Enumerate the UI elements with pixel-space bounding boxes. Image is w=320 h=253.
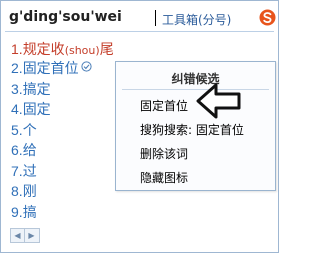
- candidate-number: 6.: [11, 142, 23, 158]
- pinyin-composition[interactable]: g'ding'sou'wei: [9, 9, 122, 25]
- candidate-text: 搞定: [22, 82, 51, 98]
- page-controls: ◀ ▶: [10, 228, 40, 243]
- candidate-text: 固定首位: [22, 61, 79, 77]
- menu-item-label: 隐藏图标: [140, 171, 189, 185]
- candidate-text: 规定收: [22, 42, 65, 58]
- candidate-number: 4.: [11, 101, 23, 117]
- sogou-logo-icon[interactable]: [259, 9, 276, 26]
- candidate-number: 3.: [11, 81, 23, 97]
- candidate-number: 8.: [11, 183, 23, 199]
- candidate-3[interactable]: 3.搞定: [11, 79, 51, 99]
- check-circle-icon[interactable]: [81, 60, 92, 76]
- composition-bar: g'ding'sou'wei 工具箱(分号): [9, 9, 276, 28]
- ime-candidate-window: g'ding'sou'wei 工具箱(分号) 1.规定收(shou)尾 2.固定…: [0, 0, 279, 253]
- candidate-number: 2.: [11, 60, 23, 76]
- candidate-number: 1.: [11, 41, 23, 57]
- triangle-right-icon[interactable]: ▶: [25, 229, 38, 242]
- menu-item-hide-icon[interactable]: 隐藏图标: [116, 166, 275, 186]
- candidate-text: 过: [22, 164, 37, 180]
- arrow-left-icon: [196, 82, 242, 124]
- candidate-number: 9.: [11, 204, 23, 220]
- candidate-9[interactable]: 9.搞: [11, 202, 37, 222]
- menu-item-label: 固定首位: [140, 99, 189, 113]
- candidate-4[interactable]: 4.固定: [11, 99, 51, 119]
- correction-popup: 纠错候选 固定首位 搜狗搜索: 固定首位 删除该词 隐藏图标: [115, 61, 276, 191]
- candidate-number: 7.: [11, 163, 23, 179]
- text-caret: [155, 10, 156, 26]
- candidate-text: 刚: [22, 184, 37, 200]
- candidate-text-tail: 尾: [99, 42, 114, 58]
- menu-item-label: 删除该词: [140, 147, 189, 161]
- candidate-text: 固定: [22, 102, 51, 118]
- menu-item-delete-word[interactable]: 删除该词: [116, 142, 275, 162]
- candidate-text: 个: [22, 123, 37, 139]
- candidate-text: 给: [22, 143, 37, 159]
- candidate-number: 5.: [11, 122, 23, 138]
- candidate-1[interactable]: 1.规定收(shou)尾: [11, 39, 114, 59]
- candidate-8[interactable]: 8.刚: [11, 181, 37, 201]
- header-divider: [5, 31, 274, 32]
- candidate-7[interactable]: 7.过: [11, 161, 37, 181]
- candidate-5[interactable]: 5.个: [11, 120, 37, 140]
- candidate-text: 搞: [22, 205, 37, 221]
- candidate-6[interactable]: 6.给: [11, 140, 37, 160]
- toolbox-button[interactable]: 工具箱(分号): [162, 11, 231, 28]
- candidate-2[interactable]: 2.固定首位: [11, 58, 92, 78]
- triangle-left-icon[interactable]: ◀: [11, 229, 25, 242]
- candidate-pinyin-note: (shou): [64, 44, 100, 57]
